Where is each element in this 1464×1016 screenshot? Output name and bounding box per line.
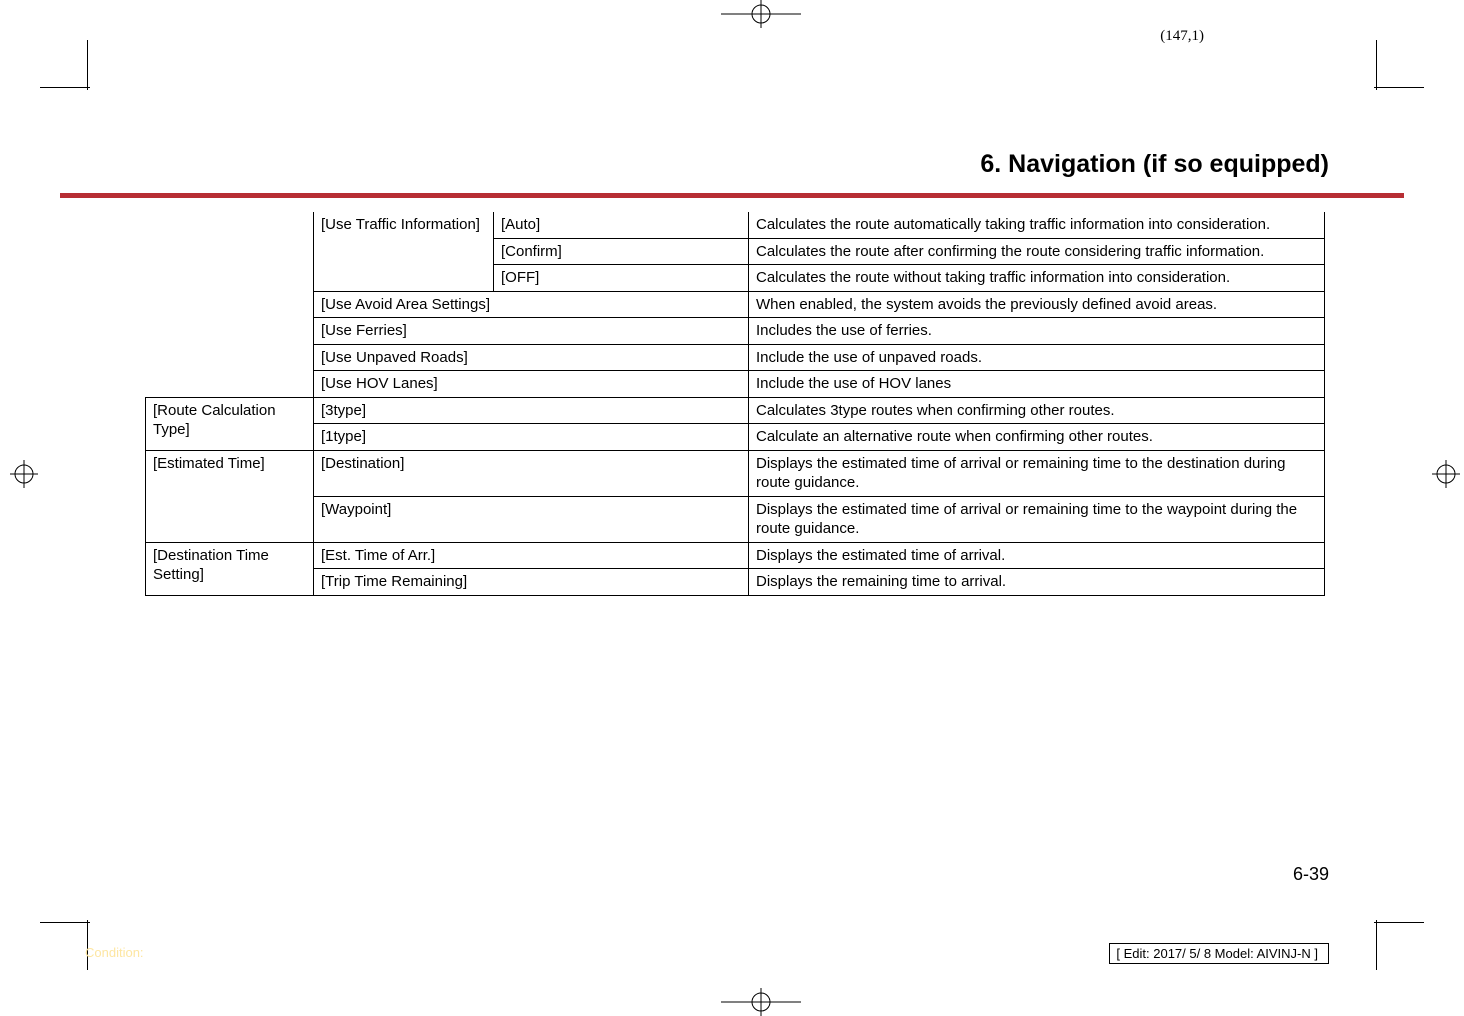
setting-name-cell: [Waypoint]: [314, 496, 749, 542]
setting-name-cell: [Use Traffic Information]: [314, 212, 494, 291]
setting-name-cell: [Destination]: [314, 450, 749, 496]
setting-name-cell: [Use Avoid Area Settings]: [314, 291, 749, 318]
table-row: [Route Calculation Type] [3type] Calcula…: [146, 397, 1325, 424]
table-row: [Use Traffic Information] [Auto] Calcula…: [146, 212, 1325, 238]
crop-mark: [1376, 920, 1377, 970]
setting-description-cell: Displays the remaining time to arrival.: [749, 569, 1325, 596]
crop-mark: [1374, 87, 1424, 88]
setting-name-cell: [Use Unpaved Roads]: [314, 344, 749, 371]
table-row: [1type] Calculate an alternative route w…: [146, 424, 1325, 451]
table-row: [Waypoint] Displays the estimated time o…: [146, 496, 1325, 542]
setting-name-cell: [Use HOV Lanes]: [314, 371, 749, 398]
setting-name-cell: [Trip Time Remaining]: [314, 569, 749, 596]
setting-option-cell: [Auto]: [494, 212, 749, 238]
table-row: [Use HOV Lanes] Include the use of HOV l…: [146, 371, 1325, 398]
row-group-cell: [146, 212, 314, 397]
crop-mark: [1376, 40, 1377, 90]
row-group-cell: [Route Calculation Type]: [146, 397, 314, 450]
chapter-title: 6. Navigation (if so equipped): [980, 150, 1329, 179]
registration-mark-icon: [1432, 460, 1454, 482]
setting-description-cell: Includes the use of ferries.: [749, 318, 1325, 345]
table-row: [Trip Time Remaining] Displays the remai…: [146, 569, 1325, 596]
registration-mark-icon: [721, 988, 743, 1010]
setting-option-cell: [OFF]: [494, 265, 749, 292]
table-row: [Use Unpaved Roads] Include the use of u…: [146, 344, 1325, 371]
setting-description-cell: Calculates 3type routes when confirming …: [749, 397, 1325, 424]
row-group-cell: [Estimated Time]: [146, 450, 314, 542]
crop-mark: [40, 87, 90, 88]
crop-mark: [40, 922, 90, 923]
table-row: [Use Ferries] Includes the use of ferrie…: [146, 318, 1325, 345]
setting-description-cell: Calculates the route without taking traf…: [749, 265, 1325, 292]
settings-table: [Use Traffic Information] [Auto] Calcula…: [145, 212, 1325, 596]
setting-description-cell: Displays the estimated time of arrival o…: [749, 450, 1325, 496]
crop-mark: [87, 40, 88, 90]
setting-description-cell: Displays the estimated time of arrival o…: [749, 496, 1325, 542]
table-row: [Estimated Time] [Destination] Displays …: [146, 450, 1325, 496]
setting-name-cell: [1type]: [314, 424, 749, 451]
condition-label: Condition:: [85, 945, 144, 960]
row-group-cell: [Destination Time Setting]: [146, 542, 314, 595]
setting-description-cell: Include the use of unpaved roads.: [749, 344, 1325, 371]
registration-mark-icon: [10, 460, 32, 482]
registration-mark-icon: [721, 0, 743, 22]
setting-name-cell: [Use Ferries]: [314, 318, 749, 345]
crop-mark: [1374, 922, 1424, 923]
setting-name-cell: [3type]: [314, 397, 749, 424]
title-divider-bar: [60, 193, 1404, 198]
setting-name-cell: [Est. Time of Arr.]: [314, 542, 749, 569]
setting-description-cell: Calculates the route after confirming th…: [749, 238, 1325, 265]
page-number: 6-39: [1293, 864, 1329, 885]
setting-description-cell: Calculate an alternative route when conf…: [749, 424, 1325, 451]
page-coordinate: (147,1): [1160, 28, 1204, 45]
setting-description-cell: When enabled, the system avoids the prev…: [749, 291, 1325, 318]
edit-info-box: [ Edit: 2017/ 5/ 8 Model: AIVINJ-N ]: [1109, 943, 1329, 964]
setting-description-cell: Calculates the route automatically takin…: [749, 212, 1325, 238]
table-row: [Destination Time Setting] [Est. Time of…: [146, 542, 1325, 569]
setting-option-cell: [Confirm]: [494, 238, 749, 265]
table-row: [Use Avoid Area Settings] When enabled, …: [146, 291, 1325, 318]
setting-description-cell: Displays the estimated time of arrival.: [749, 542, 1325, 569]
setting-description-cell: Include the use of HOV lanes: [749, 371, 1325, 398]
